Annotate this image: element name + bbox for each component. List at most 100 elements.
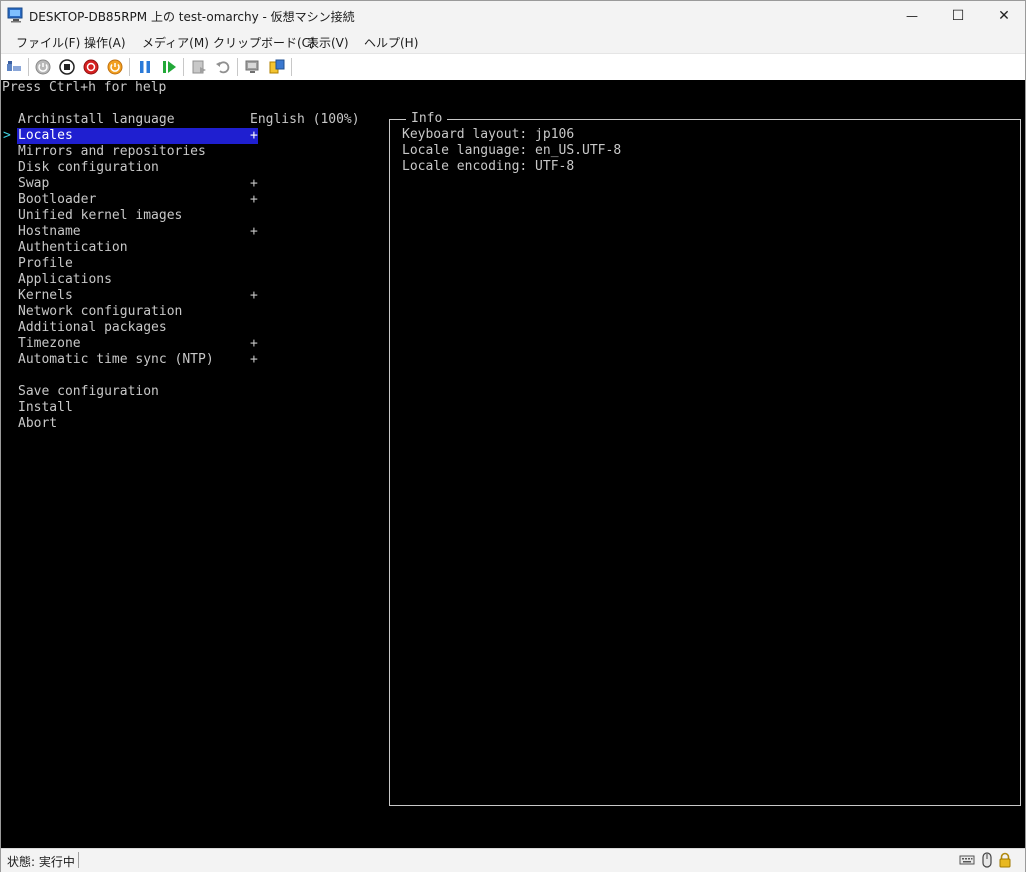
menu-item-label: Kernels — [18, 288, 73, 303]
menu-item-bootloader[interactable]: Bootloader + — [17, 192, 258, 208]
menu-item-label: Locales — [18, 128, 73, 143]
toolbar-separator — [129, 58, 130, 76]
menu-item-profile[interactable]: Profile — [17, 256, 258, 272]
start-button[interactable] — [34, 58, 52, 76]
menu-help[interactable]: ヘルプ(H) — [364, 34, 418, 51]
menu-item-kernels[interactable]: Kernels + — [17, 288, 258, 304]
menu-item-value: English (100%) — [250, 112, 360, 127]
mouse-icon — [982, 852, 992, 868]
menu-item-label: Additional packages — [18, 320, 167, 335]
action-install[interactable]: Install — [17, 400, 258, 416]
lock-icon — [999, 852, 1011, 868]
menu-item-locales[interactable]: Locales + — [17, 128, 258, 144]
menu-item-mirrors[interactable]: Mirrors and repositories — [17, 144, 258, 160]
action-label: Abort — [18, 416, 58, 431]
toolbar-separator — [237, 58, 238, 76]
menu-bar: ファイル(F) 操作(A) メディア(M) クリップボード(C) 表示(V) ヘ… — [1, 31, 1025, 53]
pause-button[interactable] — [136, 58, 154, 76]
ctrl-alt-del-button[interactable] — [5, 58, 23, 76]
vm-connection-icon — [7, 7, 23, 23]
menu-item-label: Mirrors and repositories — [18, 144, 206, 159]
turn-off-icon — [59, 59, 75, 75]
keyboard-icon — [959, 855, 975, 865]
revert-icon — [216, 61, 230, 74]
menu-item-timezone[interactable]: Timezone + — [17, 336, 258, 352]
plus-marker: + — [250, 224, 258, 239]
resume-button[interactable] — [160, 58, 178, 76]
menu-item-label: Unified kernel images — [18, 208, 183, 223]
checkpoint-icon — [192, 60, 206, 74]
menu-item-archinstall-language[interactable]: Archinstall language English (100%) — [17, 112, 360, 128]
status-bar: 状態: 実行中 — [1, 848, 1025, 872]
share-button[interactable] — [268, 58, 286, 76]
enhanced-session-button[interactable] — [244, 58, 262, 76]
ctrl-alt-del-icon — [7, 61, 21, 71]
menu-media[interactable]: メディア(M) — [142, 34, 209, 51]
menu-clipboard[interactable]: クリップボード(C) — [213, 34, 315, 51]
menu-item-additional-packages[interactable]: Additional packages — [17, 320, 258, 336]
resume-icon — [163, 61, 176, 73]
power-icon — [107, 59, 123, 75]
menu-item-hostname[interactable]: Hostname + — [17, 224, 258, 240]
title-bar[interactable]: DESKTOP-DB85RPM 上の test-omarchy - 仮想マシン接… — [1, 1, 1025, 31]
checkpoint-button[interactable] — [190, 58, 208, 76]
enhanced-session-icon — [245, 60, 259, 73]
plus-marker: + — [250, 128, 258, 143]
plus-marker: + — [250, 288, 258, 303]
selection-arrow-icon: > — [3, 128, 11, 143]
menu-item-label: Disk configuration — [18, 160, 159, 175]
menu-item-network-configuration[interactable]: Network configuration — [17, 304, 258, 320]
menu-item-label: Swap — [18, 176, 50, 191]
minimize-icon: — — [906, 9, 918, 23]
menu-item-applications[interactable]: Applications — [17, 272, 258, 288]
close-button[interactable]: ✕ — [981, 1, 1026, 31]
plus-marker: + — [250, 192, 258, 207]
menu-file[interactable]: ファイル(F) — [16, 34, 80, 51]
vm-connection-window: DESKTOP-DB85RPM 上の test-omarchy - 仮想マシン接… — [0, 0, 1026, 872]
menu-item-label: Timezone — [18, 336, 81, 351]
maximize-icon: ☐ — [951, 8, 965, 24]
menu-item-label: Automatic time sync (NTP) — [18, 352, 214, 367]
menu-view[interactable]: 表示(V) — [307, 34, 349, 51]
turn-off-button[interactable] — [58, 58, 76, 76]
menu-action[interactable]: 操作(A) — [84, 34, 126, 51]
menu-item-ntp[interactable]: Automatic time sync (NTP) + — [17, 352, 258, 368]
menu-item-label: Network configuration — [18, 304, 183, 319]
menu-item-disk-configuration[interactable]: Disk configuration — [17, 160, 258, 176]
menu-item-unified-kernel-images[interactable]: Unified kernel images — [17, 208, 258, 224]
menu-item-label: Bootloader — [18, 192, 97, 207]
info-keyboard-layout: Keyboard layout: jp106 — [402, 127, 575, 142]
action-save-configuration[interactable]: Save configuration — [17, 384, 258, 400]
reset-button[interactable] — [106, 58, 124, 76]
menu-item-label: Authentication — [18, 240, 128, 255]
action-abort[interactable]: Abort — [17, 416, 258, 432]
plus-marker: + — [250, 176, 258, 191]
plus-marker: + — [250, 336, 258, 351]
menu-item-label: Profile — [18, 256, 73, 271]
action-label: Save configuration — [18, 384, 159, 399]
help-line: Press Ctrl+h for help — [2, 80, 167, 95]
status-separator — [78, 852, 79, 868]
vm-screen[interactable]: Press Ctrl+h for help Archinstall langua… — [1, 80, 1025, 848]
window-title: DESKTOP-DB85RPM 上の test-omarchy - 仮想マシン接… — [29, 10, 355, 24]
info-panel-title: Info — [406, 111, 448, 127]
pause-icon — [140, 61, 150, 73]
toolbar — [1, 53, 1025, 80]
menu-item-label: Archinstall language — [18, 112, 175, 127]
minimize-button[interactable]: — — [889, 1, 935, 31]
menu-item-swap[interactable]: Swap + — [17, 176, 258, 192]
revert-button[interactable] — [214, 58, 232, 76]
action-label: Install — [18, 400, 73, 415]
shutdown-button[interactable] — [82, 58, 100, 76]
plus-marker: + — [250, 352, 258, 367]
menu-item-label: Applications — [18, 272, 112, 287]
maximize-button[interactable]: ☐ — [935, 1, 981, 31]
toolbar-separator — [28, 58, 29, 76]
info-locale-encoding: Locale encoding: UTF-8 — [402, 159, 575, 174]
shutdown-icon — [83, 59, 99, 75]
info-locale-language: Locale language: en_US.UTF-8 — [402, 143, 622, 158]
menu-item-authentication[interactable]: Authentication — [17, 240, 258, 256]
toolbar-separator — [291, 58, 292, 76]
info-panel: Info Keyboard layout: jp106 Locale langu… — [389, 111, 1021, 806]
start-icon — [35, 59, 51, 75]
